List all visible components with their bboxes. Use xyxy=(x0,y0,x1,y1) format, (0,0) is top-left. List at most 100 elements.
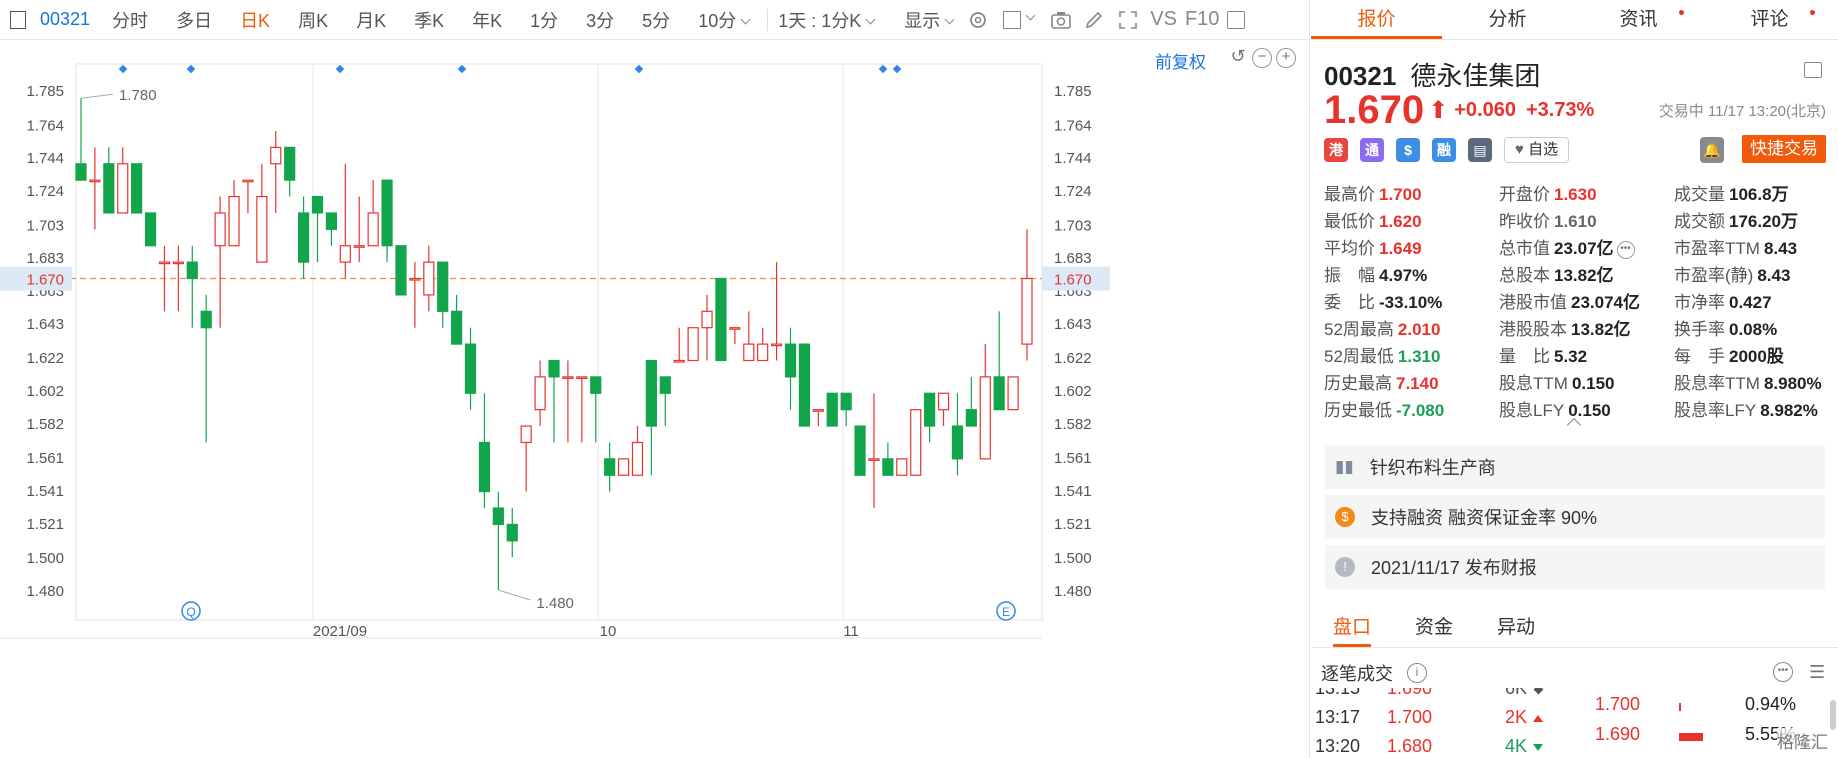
period-tab-5min[interactable]: 5分 xyxy=(642,7,670,33)
candle-body xyxy=(172,261,184,265)
dollar-icon[interactable]: $ xyxy=(1396,138,1420,162)
stat-value: 13.82亿 xyxy=(1554,266,1614,285)
tab-comments[interactable]: 评论 xyxy=(1704,0,1835,39)
display-menu[interactable]: 显示 xyxy=(904,7,955,33)
stats-row: 历史最高 7.140 股息TTM 0.150 股息率TTM 8.980% xyxy=(1324,369,1834,396)
candle-body xyxy=(200,310,212,329)
tab-orderbook[interactable]: 盘口 xyxy=(1333,608,1372,647)
last-price: 1.670 xyxy=(1324,87,1425,132)
list-item: 13:17 1.700 2K xyxy=(1315,707,1575,736)
stat-cell: 港股股本 13.82亿 xyxy=(1499,315,1631,340)
tick-volume: 2K xyxy=(1505,707,1544,728)
candle-body xyxy=(381,179,393,247)
fullscreen-icon[interactable] xyxy=(1118,10,1138,30)
sidebar-toggle-icon[interactable] xyxy=(10,10,26,29)
tab-movement[interactable]: 异动 xyxy=(1497,608,1535,647)
f10-button[interactable]: F10 xyxy=(1185,8,1219,31)
lightning-icon[interactable]: 通 xyxy=(1360,138,1384,162)
reset-icon[interactable]: ↺ xyxy=(1228,47,1248,68)
period-tab-1min[interactable]: 1分 xyxy=(530,7,558,33)
add-watchlist-button[interactable]: ♥ 自选 xyxy=(1504,137,1570,163)
period-tab-monthly[interactable]: 月K xyxy=(356,7,386,33)
event-circle-icon-letter: Q xyxy=(186,605,195,619)
stock-code-link[interactable]: 00321 xyxy=(40,9,90,30)
panel-toggle-icon[interactable] xyxy=(1227,10,1246,29)
period-tab-daily[interactable]: 日K xyxy=(240,7,270,33)
chart-toolbar: 00321 分时 多日 日K 周K 月K 季K 年K 1分 3分 5分 10分 … xyxy=(0,0,1310,40)
y-tick-label-right: 1.744 xyxy=(1054,150,1092,167)
candle-body xyxy=(673,359,685,363)
event-marker-icon xyxy=(118,64,128,74)
candle-body xyxy=(715,277,727,362)
period-tab-quarterly[interactable]: 季K xyxy=(414,7,444,33)
tag-icon[interactable]: 融 xyxy=(1432,138,1456,162)
quick-trade-button[interactable]: 快捷交易 xyxy=(1742,135,1826,163)
period-tab-weekly[interactable]: 周K xyxy=(298,7,328,33)
adjust-mode-button[interactable]: 前复权 xyxy=(1155,48,1206,73)
stat-value: 2.010 xyxy=(1397,320,1441,339)
candle-body xyxy=(770,343,783,347)
period-tab-10min[interactable]: 10分 xyxy=(698,7,751,33)
stat-label: 历史最低 xyxy=(1324,401,1392,420)
settings-icon[interactable] xyxy=(967,9,989,31)
stats-grid: 最高价 1.700 开盘价 1.630 成交量 106.8万 最低价 1.620 昨收价 1.61… xyxy=(1324,180,1834,423)
candle-body xyxy=(103,163,115,214)
stat-label: 市净率 xyxy=(1674,293,1725,312)
candle-body xyxy=(645,359,657,427)
period-tab-multiday[interactable]: 多日 xyxy=(176,7,212,33)
x-tick-label: 10 xyxy=(600,623,617,640)
stat-value: 1.630 xyxy=(1554,185,1597,204)
camera-icon[interactable] xyxy=(1050,10,1072,30)
more-icon[interactable]: ••• xyxy=(1773,662,1793,682)
y-tick-label-left: 1.521 xyxy=(26,516,64,533)
tick-volume-value: 6K xyxy=(1505,688,1528,698)
more-icon[interactable]: ••• xyxy=(1616,240,1635,259)
info-row-business[interactable]: ▮▮ 针织布料生产商 xyxy=(1325,445,1825,489)
watermark-logo: 格隆汇 xyxy=(1777,728,1828,753)
stat-label: 委 比 xyxy=(1324,293,1375,312)
y-tick-label-right: 1.622 xyxy=(1054,350,1092,367)
triangle-down-icon xyxy=(1533,743,1544,751)
candlestick-chart[interactable]: 1.785 1.785 1.764 1.764 1.744 1.744 1.724 1.724… xyxy=(0,40,1310,758)
chevron-down-icon xyxy=(944,14,955,24)
candle-body xyxy=(158,261,171,265)
stat-cell: 开盘价 1.630 xyxy=(1499,180,1597,205)
candle-body xyxy=(631,441,644,476)
bookmark-icon[interactable]: ▤ xyxy=(1468,138,1492,162)
candle-body xyxy=(548,359,560,378)
tab-capital[interactable]: 资金 xyxy=(1415,608,1453,647)
period-tab-intraday[interactable]: 分时 xyxy=(112,7,148,33)
y-tick-label-left: 1.541 xyxy=(26,483,64,500)
interval-select[interactable]: 1天 : 1分K xyxy=(778,7,876,33)
bell-icon[interactable]: 🔔 xyxy=(1700,137,1724,163)
vs-compare-button[interactable]: VS xyxy=(1150,8,1177,31)
period-tab-3min[interactable]: 3分 xyxy=(586,7,614,33)
tab-news[interactable]: 资讯 xyxy=(1573,0,1704,39)
stat-label: 历史最高 xyxy=(1324,374,1392,393)
stat-cell: 历史最低 -7.080 xyxy=(1324,396,1444,421)
stat-cell: 市盈率(静) 8.43 xyxy=(1674,261,1790,286)
info-icon[interactable]: i xyxy=(1407,663,1427,683)
draw-pen-icon[interactable] xyxy=(1084,10,1104,30)
list-icon[interactable]: ☰ xyxy=(1809,662,1825,683)
stat-cell: 成交额 176.20万 xyxy=(1674,207,1798,232)
info-row-earnings[interactable]: ! 2021/11/17 发布财报 xyxy=(1325,545,1825,589)
menu-icon[interactable] xyxy=(1804,62,1822,78)
square-icon xyxy=(1003,10,1022,29)
tab-quote[interactable]: 报价 xyxy=(1311,0,1442,39)
candle-body xyxy=(478,441,491,493)
layout-select[interactable] xyxy=(1003,10,1036,29)
zoom-out-icon[interactable]: − xyxy=(1252,48,1272,68)
scrollbar[interactable] xyxy=(1830,700,1836,730)
tab-analysis[interactable]: 分析 xyxy=(1442,0,1573,39)
y-tick-label-right: 1.703 xyxy=(1054,217,1092,234)
candle-body xyxy=(228,195,240,247)
zoom-in-icon[interactable]: + xyxy=(1276,48,1296,68)
badge-row: 港 通 $ 融 ▤ ♥ 自选 xyxy=(1324,137,1570,163)
stats-row: 最高价 1.700 开盘价 1.630 成交量 106.8万 xyxy=(1324,180,1834,207)
stat-value: 0.08% xyxy=(1729,320,1778,339)
info-row-margin[interactable]: $ 支持融资 融资保证金率 90% xyxy=(1325,495,1825,539)
hk-connect-icon[interactable]: 港 xyxy=(1324,138,1348,162)
candle-body xyxy=(1007,376,1019,411)
period-tab-yearly[interactable]: 年K xyxy=(472,7,502,33)
